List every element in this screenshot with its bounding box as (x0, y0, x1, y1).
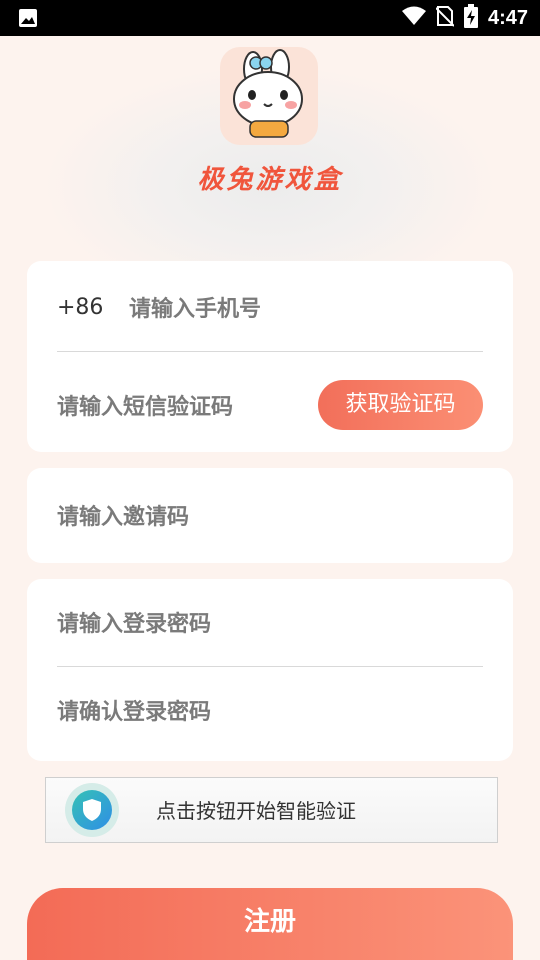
phone-input[interactable]: 请输入手机号 (129, 291, 261, 323)
divider (57, 351, 483, 352)
wifi-icon (401, 6, 426, 30)
battery-charging-icon (463, 4, 478, 32)
get-code-button[interactable]: 获取验证码 (318, 380, 483, 430)
password-input[interactable]: 请输入登录密码 (57, 606, 211, 638)
app-logo (220, 47, 318, 145)
confirm-password-row: 请确认登录密码 (57, 690, 483, 730)
register-button[interactable]: 注册 (27, 888, 513, 960)
divider (57, 666, 483, 667)
no-sim-icon (435, 5, 455, 31)
status-time: 4:47 (487, 6, 528, 29)
smart-captcha-button[interactable]: 点击按钮开始智能验证 (45, 777, 498, 843)
captcha-label: 点击按钮开始智能验证 (156, 799, 356, 823)
invite-code-input[interactable]: 请输入邀请码 (57, 499, 189, 531)
invite-code-card: 请输入邀请码 (27, 468, 513, 563)
phone-row[interactable]: +86 请输入手机号 (57, 287, 483, 327)
phone-prefix[interactable]: +86 (57, 295, 129, 320)
confirm-password-input[interactable]: 请确认登录密码 (57, 694, 211, 726)
phone-verification-card: +86 请输入手机号 请输入短信验证码 获取验证码 (27, 261, 513, 452)
password-row: 请输入登录密码 (57, 602, 483, 642)
sms-code-input[interactable]: 请输入短信验证码 (57, 389, 233, 421)
app-name: 极兔游戏盒 (197, 165, 343, 195)
image-icon (18, 8, 38, 32)
shield-icon (65, 783, 119, 837)
password-card: 请输入登录密码 请确认登录密码 (27, 579, 513, 761)
invite-row: 请输入邀请码 (57, 495, 483, 535)
status-bar: 4:47 (0, 0, 540, 36)
